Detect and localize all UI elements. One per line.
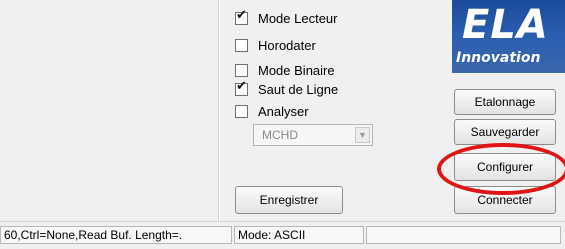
- status-connection-info: 60,Ctrl=None,Read Buf. Length=.: [0, 226, 232, 244]
- ela-innovation-logo: ELA Innovation: [452, 0, 565, 73]
- connecter-button[interactable]: Connecter: [454, 186, 556, 214]
- saut-de-ligne-label: Saut de Ligne: [258, 81, 339, 97]
- mode-lecteur-checkbox[interactable]: ✔: [235, 7, 248, 25]
- horodater-checkbox[interactable]: [235, 38, 248, 52]
- status-extra: [366, 226, 561, 244]
- status-mode: Mode: ASCII: [234, 226, 364, 244]
- mode-lecteur-option[interactable]: ✔ Mode Lecteur: [235, 8, 338, 28]
- enregistrer-button[interactable]: Enregistrer: [235, 186, 343, 214]
- saut-de-ligne-option[interactable]: ✔ Saut de Ligne: [235, 79, 338, 99]
- chevron-down-icon[interactable]: ▼: [355, 127, 370, 143]
- analyser-checkbox[interactable]: [235, 104, 248, 118]
- logo-text-bottom: Innovation: [456, 50, 541, 66]
- protocol-select-value: MCHD: [262, 128, 298, 142]
- analyser-label: Analyser: [258, 103, 309, 119]
- horodater-label: Horodater: [258, 37, 316, 53]
- mode-binaire-option[interactable]: Mode Binaire: [235, 60, 335, 80]
- logo-text-top: ELA: [462, 2, 549, 48]
- protocol-select[interactable]: MCHD ▼: [253, 124, 373, 146]
- check-mark-icon: ✔: [236, 78, 247, 94]
- sauvegarder-button[interactable]: Sauvegarder: [454, 119, 556, 145]
- check-mark-icon: ✔: [236, 7, 247, 23]
- mode-lecteur-label: Mode Lecteur: [258, 10, 338, 26]
- status-bar: 60,Ctrl=None,Read Buf. Length=. Mode: AS…: [0, 221, 565, 249]
- horodater-option[interactable]: Horodater: [235, 35, 316, 55]
- saut-de-ligne-checkbox[interactable]: ✔: [235, 78, 248, 96]
- analyser-option[interactable]: Analyser: [235, 101, 309, 121]
- configurer-button[interactable]: Configurer: [454, 153, 556, 181]
- divider-highlight: [219, 0, 220, 221]
- etalonnage-button[interactable]: Etalonnage: [454, 89, 556, 115]
- mode-binaire-label: Mode Binaire: [258, 62, 335, 78]
- settings-panel: ✔ Mode Lecteur Horodater Mode Binaire ✔ …: [0, 0, 565, 221]
- mode-binaire-checkbox[interactable]: [235, 63, 248, 77]
